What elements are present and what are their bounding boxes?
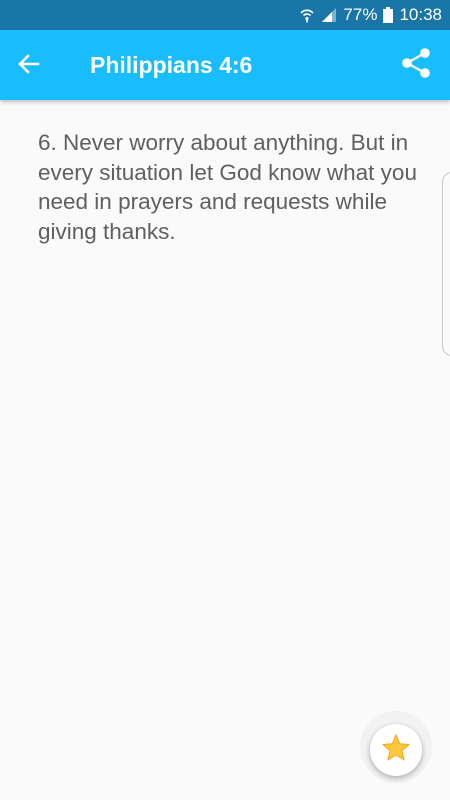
favorite-button[interactable] [370,724,422,776]
app-bar: Philippians 4:6 [0,30,450,100]
star-icon [381,733,411,768]
arrow-left-icon [17,52,41,81]
share-icon [399,46,433,85]
battery-icon [383,7,394,23]
status-bar: 77% 10:38 [0,0,450,30]
back-button[interactable] [14,51,44,81]
battery-percent: 77% [343,5,378,24]
wifi-icon [299,7,315,23]
edge-panel-handle[interactable] [442,172,450,356]
page-title: Philippians 4:6 [90,51,253,78]
clock: 10:38 [399,5,442,24]
signal-icon [321,7,337,23]
share-button[interactable] [398,47,434,83]
verse-text: 6. Never worry about anything. But in ev… [38,130,417,244]
